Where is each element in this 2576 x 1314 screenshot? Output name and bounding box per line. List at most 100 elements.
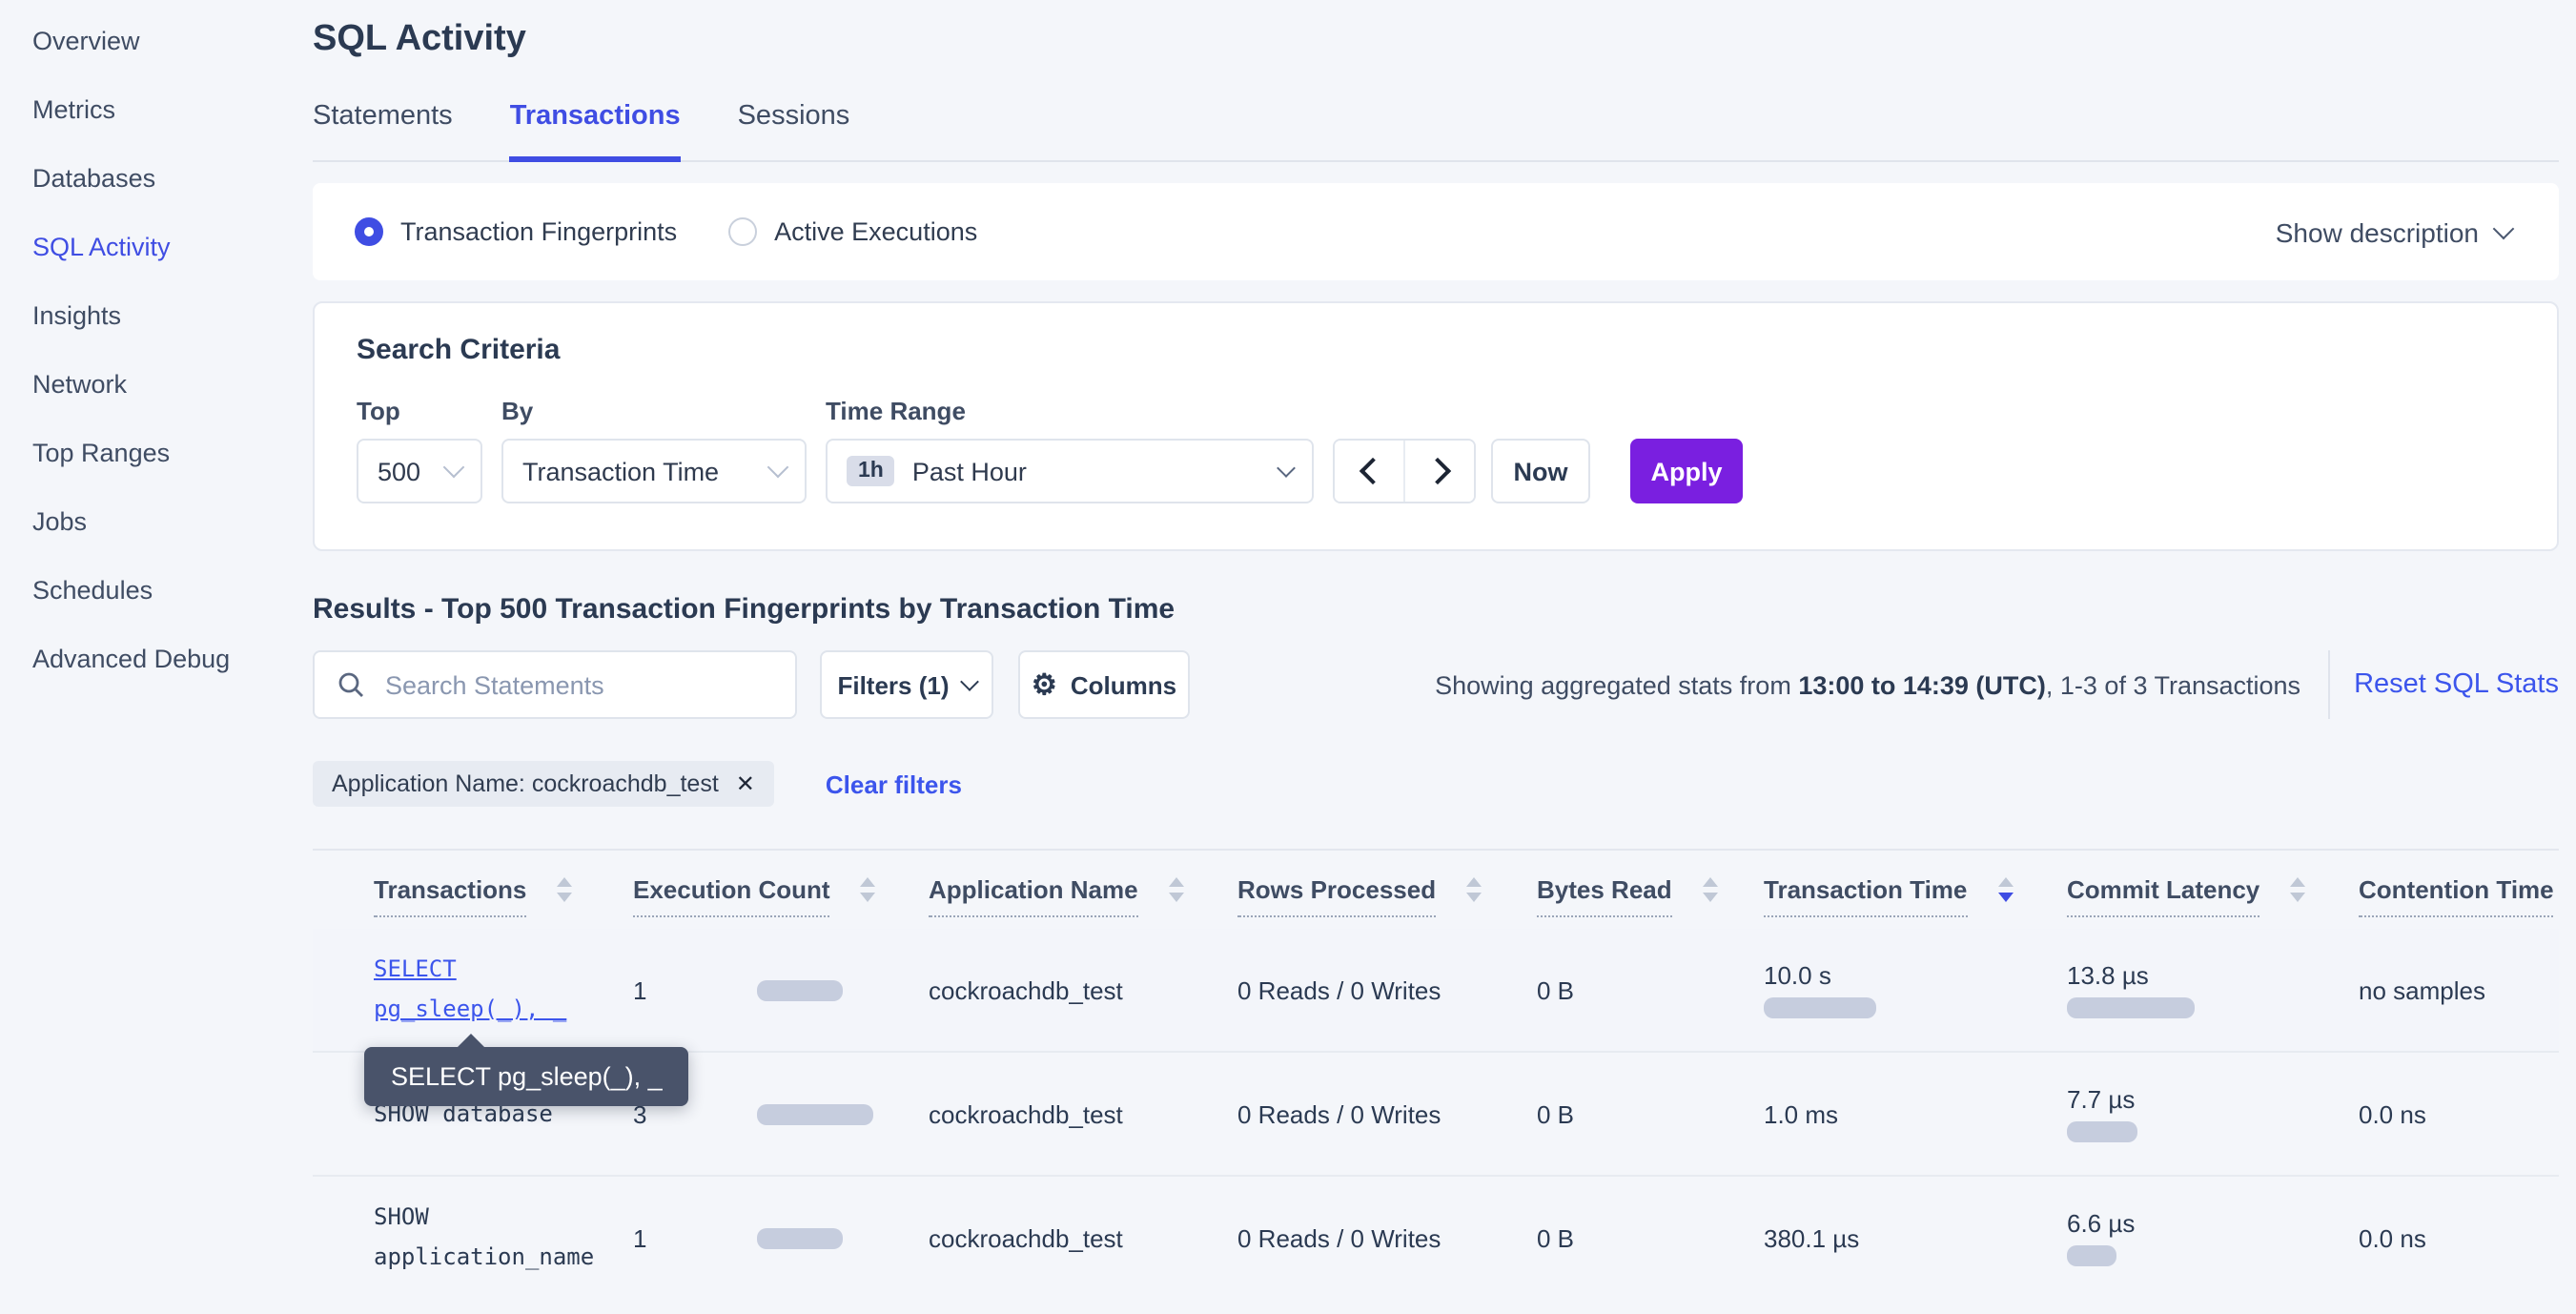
commit-latency-value: 6.6 µs xyxy=(2067,1210,2135,1235)
sort-icons xyxy=(1466,877,1482,902)
column-header-rows-processed[interactable]: Rows Processed xyxy=(1237,851,1537,929)
sidebar-item-metrics[interactable]: Metrics xyxy=(0,76,288,145)
sql-activity-page: OverviewMetricsDatabasesSQL ActivityInsi… xyxy=(0,0,2576,1314)
sort-asc-icon xyxy=(1997,877,2013,887)
tab-transactions[interactable]: Transactions xyxy=(510,101,681,162)
time-nav-buttons xyxy=(1333,439,1476,503)
column-header-label: Application Name xyxy=(929,874,1138,916)
cell-application-name: cockroachdb_test xyxy=(929,1053,1237,1175)
clear-filters-link[interactable]: Clear filters xyxy=(826,770,962,798)
filter-chip-row: Application Name: cockroachdb_test ✕ Cle… xyxy=(313,761,2559,807)
radio-option-active-executions[interactable]: Active Executions xyxy=(728,217,977,246)
sort-icons xyxy=(557,877,572,902)
results-heading: Results - Top 500 Transaction Fingerprin… xyxy=(313,593,2559,626)
show-description-label: Show description xyxy=(2276,216,2479,247)
sidebar-item-advanced-debug[interactable]: Advanced Debug xyxy=(0,626,288,694)
top-value: 500 xyxy=(378,457,429,485)
radio-group: Transaction Fingerprints Active Executio… xyxy=(355,217,977,246)
transaction-time-bar xyxy=(1764,996,1876,1017)
close-icon[interactable]: ✕ xyxy=(736,770,755,797)
time-prev-button[interactable] xyxy=(1335,441,1403,502)
columns-button[interactable]: ⚙ Columns xyxy=(1018,650,1190,719)
time-range-select[interactable]: 1h Past Hour xyxy=(826,439,1314,503)
search-criteria-row: Top 500 By Transaction Time Time Range xyxy=(357,397,2515,503)
view-toggle-panel: Transaction Fingerprints Active Executio… xyxy=(313,183,2559,280)
sort-desc-icon xyxy=(1703,893,1718,902)
radio-option-transaction-fingerprints[interactable]: Transaction Fingerprints xyxy=(355,217,677,246)
sidebar-item-databases[interactable]: Databases xyxy=(0,145,288,214)
sort-desc-icon xyxy=(557,893,572,902)
tab-sessions[interactable]: Sessions xyxy=(738,101,850,162)
cell-rows-processed: 0 Reads / 0 Writes xyxy=(1237,929,1537,1051)
stats-text: Showing aggregated stats from 13:00 to 1… xyxy=(1435,670,2300,699)
radio-label: Transaction Fingerprints xyxy=(400,217,677,246)
column-header-commit-latency[interactable]: Commit Latency xyxy=(2067,851,2359,929)
column-header-bytes-read[interactable]: Bytes Read xyxy=(1537,851,1764,929)
search-input[interactable] xyxy=(381,668,772,701)
sort-asc-icon xyxy=(861,877,876,887)
sidebar-item-overview[interactable]: Overview xyxy=(0,8,288,76)
by-field: By Transaction Time xyxy=(501,397,807,503)
chevron-down-icon xyxy=(1277,458,1296,477)
table-row: SELECTpg_sleep(_), _ 1 cockroachdb_test … xyxy=(313,929,2559,1051)
by-label: By xyxy=(501,397,807,425)
time-range-label: Time Range xyxy=(826,397,1314,425)
by-select[interactable]: Transaction Time xyxy=(501,439,807,503)
radio-icon xyxy=(728,217,757,246)
column-header-label: Bytes Read xyxy=(1537,874,1672,916)
sidebar-item-sql-activity[interactable]: SQL Activity xyxy=(0,214,288,282)
sidebar-item-network[interactable]: Network xyxy=(0,351,288,420)
toolbar-right: Showing aggregated stats from 13:00 to 1… xyxy=(1435,650,2559,719)
sql-tooltip: SELECT pg_sleep(_), _ xyxy=(364,1047,689,1106)
chevron-down-icon xyxy=(767,457,789,479)
column-header-execution-count[interactable]: Execution Count xyxy=(633,851,929,929)
stats-range: 13:00 to 14:39 (UTC) xyxy=(1798,670,2046,699)
column-header-label: Execution Count xyxy=(633,874,830,916)
column-header-transactions[interactable]: Transactions xyxy=(313,851,633,929)
chevron-left-icon xyxy=(1359,458,1385,484)
commit-latency-value: 7.7 µs xyxy=(2067,1086,2135,1111)
page-title: SQL Activity xyxy=(313,19,2559,61)
column-header-contention-time[interactable]: Contention Time xyxy=(2359,851,2559,929)
transaction-time-value: 1.0 ms xyxy=(1764,1101,1838,1126)
commit-latency-bar xyxy=(2067,996,2195,1017)
filter-chip[interactable]: Application Name: cockroachdb_test ✕ xyxy=(313,761,774,807)
sort-asc-icon xyxy=(557,877,572,887)
cell-contention-time: no samples xyxy=(2359,929,2559,1051)
cell-rows-processed: 0 Reads / 0 Writes xyxy=(1237,1177,1537,1299)
sidebar-item-top-ranges[interactable]: Top Ranges xyxy=(0,420,288,488)
sort-asc-icon xyxy=(1169,877,1184,887)
time-next-button[interactable] xyxy=(1403,441,1474,502)
search-icon xyxy=(337,671,364,698)
sort-asc-icon xyxy=(1466,877,1482,887)
show-description-toggle[interactable]: Show description xyxy=(2276,216,2511,247)
now-button[interactable]: Now xyxy=(1491,439,1590,503)
top-label: Top xyxy=(357,397,482,425)
commit-latency-bar xyxy=(2067,1244,2116,1265)
cell-transaction: SELECTpg_sleep(_), _ xyxy=(313,929,633,1051)
cell-transaction: SHOWapplication_name xyxy=(313,1177,633,1299)
column-header-label: Contention Time xyxy=(2359,874,2554,916)
by-value: Transaction Time xyxy=(522,457,753,485)
sort-asc-icon xyxy=(1703,877,1718,887)
reset-sql-stats-link[interactable]: Reset SQL Stats xyxy=(2354,669,2559,700)
tab-statements[interactable]: Statements xyxy=(313,101,453,162)
transaction-time-value: 10.0 s xyxy=(1764,962,1831,987)
search-box[interactable] xyxy=(313,650,797,719)
sort-desc-icon xyxy=(861,893,876,902)
chevron-down-icon xyxy=(2493,217,2515,239)
top-select[interactable]: 500 xyxy=(357,439,482,503)
filters-button[interactable]: Filters (1) xyxy=(820,650,993,719)
transaction-time-value: 380.1 µs xyxy=(1764,1225,1859,1250)
transaction-fingerprint-link[interactable]: SELECTpg_sleep(_), _ xyxy=(374,950,566,1030)
cell-transaction-time: 1.0 ms xyxy=(1764,1053,2067,1175)
column-header-transaction-time[interactable]: Transaction Time xyxy=(1764,851,2067,929)
sidebar-item-jobs[interactable]: Jobs xyxy=(0,488,288,557)
sort-desc-icon xyxy=(2290,893,2305,902)
sidebar-item-schedules[interactable]: Schedules xyxy=(0,557,288,626)
cell-commit-latency: 13.8 µs xyxy=(2067,929,2359,1051)
sidebar-item-insights[interactable]: Insights xyxy=(0,282,288,351)
apply-button[interactable]: Apply xyxy=(1630,439,1743,503)
column-header-application-name[interactable]: Application Name xyxy=(929,851,1237,929)
column-header-label: Commit Latency xyxy=(2067,874,2259,916)
